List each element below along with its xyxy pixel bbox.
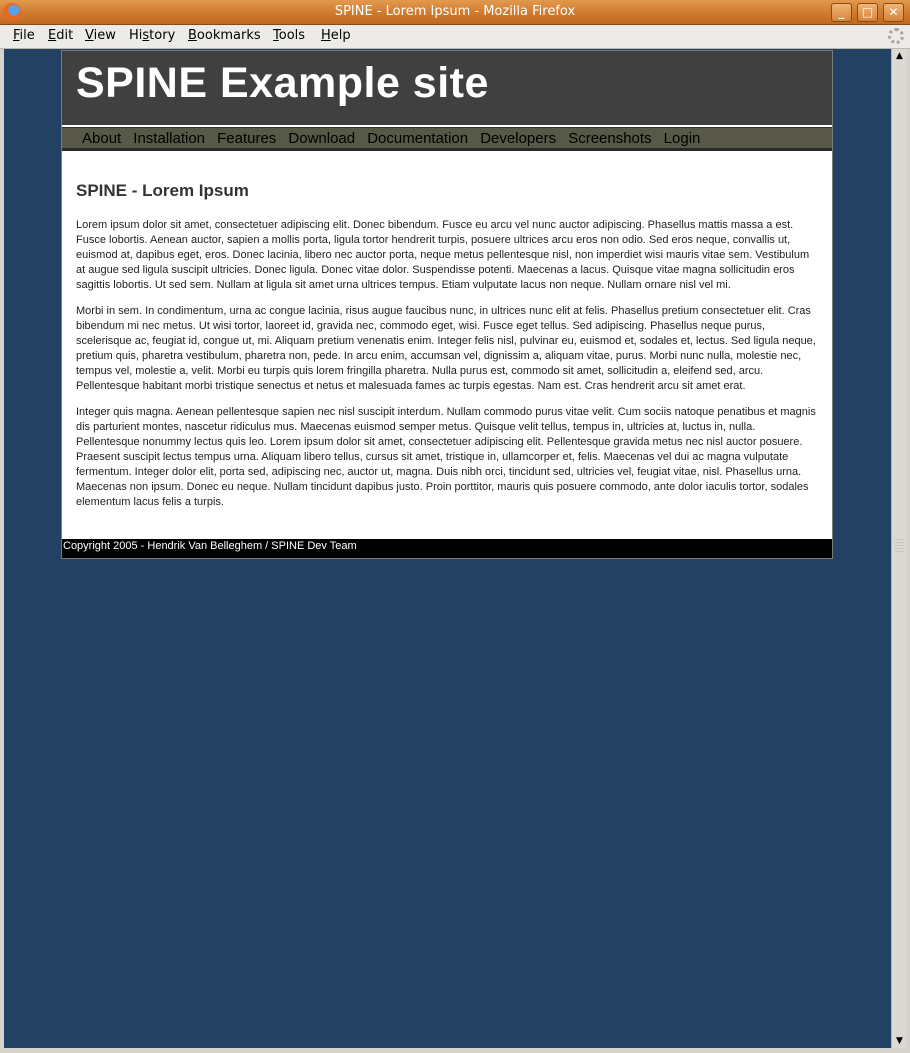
menu-tools[interactable]: Tools	[273, 28, 305, 43]
window-titlebar[interactable]: SPINE - Lorem Ipsum - Mozilla Firefox _ …	[0, 0, 910, 25]
nav-link-documentation[interactable]: Documentation	[367, 129, 468, 149]
nav-link-features[interactable]: Features	[217, 129, 276, 149]
site-title: SPINE Example site	[76, 59, 489, 107]
maximize-button[interactable]: □	[857, 3, 878, 22]
scrollbar-grip[interactable]	[895, 539, 904, 553]
page-heading: SPINE - Lorem Ipsum	[76, 181, 249, 200]
site-header: SPINE Example site	[62, 51, 832, 127]
nav-link-about[interactable]: About	[82, 129, 121, 149]
throbber-icon	[888, 28, 904, 44]
menu-file[interactable]: File	[13, 28, 35, 43]
scroll-down-arrow-icon[interactable]: ▼	[892, 1034, 907, 1048]
nav-link-developers[interactable]: Developers	[480, 129, 556, 149]
menu-bookmarks[interactable]: Bookmarks	[188, 28, 261, 43]
menu-history[interactable]: History	[129, 28, 175, 43]
vertical-scrollbar[interactable]: ▲ ▼	[891, 49, 907, 1048]
main-content: SPINE - Lorem Ipsum Lorem ipsum dolor si…	[62, 151, 832, 539]
browser-viewport[interactable]: SPINE Example site About Installation Fe…	[4, 49, 891, 1048]
site-nav: About Installation Features Download Doc…	[62, 127, 832, 151]
content-paragraph: Integer quis magna. Aenean pellentesque …	[76, 406, 816, 508]
scroll-up-arrow-icon[interactable]: ▲	[892, 49, 907, 63]
menu-edit[interactable]: Edit	[48, 28, 73, 43]
minimize-button[interactable]: _	[831, 3, 852, 22]
window-title: SPINE - Lorem Ipsum - Mozilla Firefox	[334, 4, 576, 19]
menu-view[interactable]: View	[85, 28, 116, 43]
content-paragraph: Lorem ipsum dolor sit amet, consectetuer…	[76, 219, 810, 291]
close-button[interactable]: ✕	[883, 3, 904, 22]
site-footer: Copyright 2005 - Hendrik Van Belleghem /…	[62, 539, 832, 558]
nav-link-download[interactable]: Download	[288, 129, 355, 149]
nav-link-installation[interactable]: Installation	[133, 129, 205, 149]
nav-link-screenshots[interactable]: Screenshots	[568, 129, 651, 149]
menu-bar: File Edit View History Bookmarks Tools H…	[0, 25, 910, 49]
content-paragraph: Morbi in sem. In condimentum, urna ac co…	[76, 305, 816, 392]
window-bottom-border	[0, 1048, 910, 1053]
menu-help[interactable]: Help	[321, 28, 351, 43]
nav-link-login[interactable]: Login	[664, 129, 701, 149]
site-page: SPINE Example site About Installation Fe…	[61, 50, 833, 559]
